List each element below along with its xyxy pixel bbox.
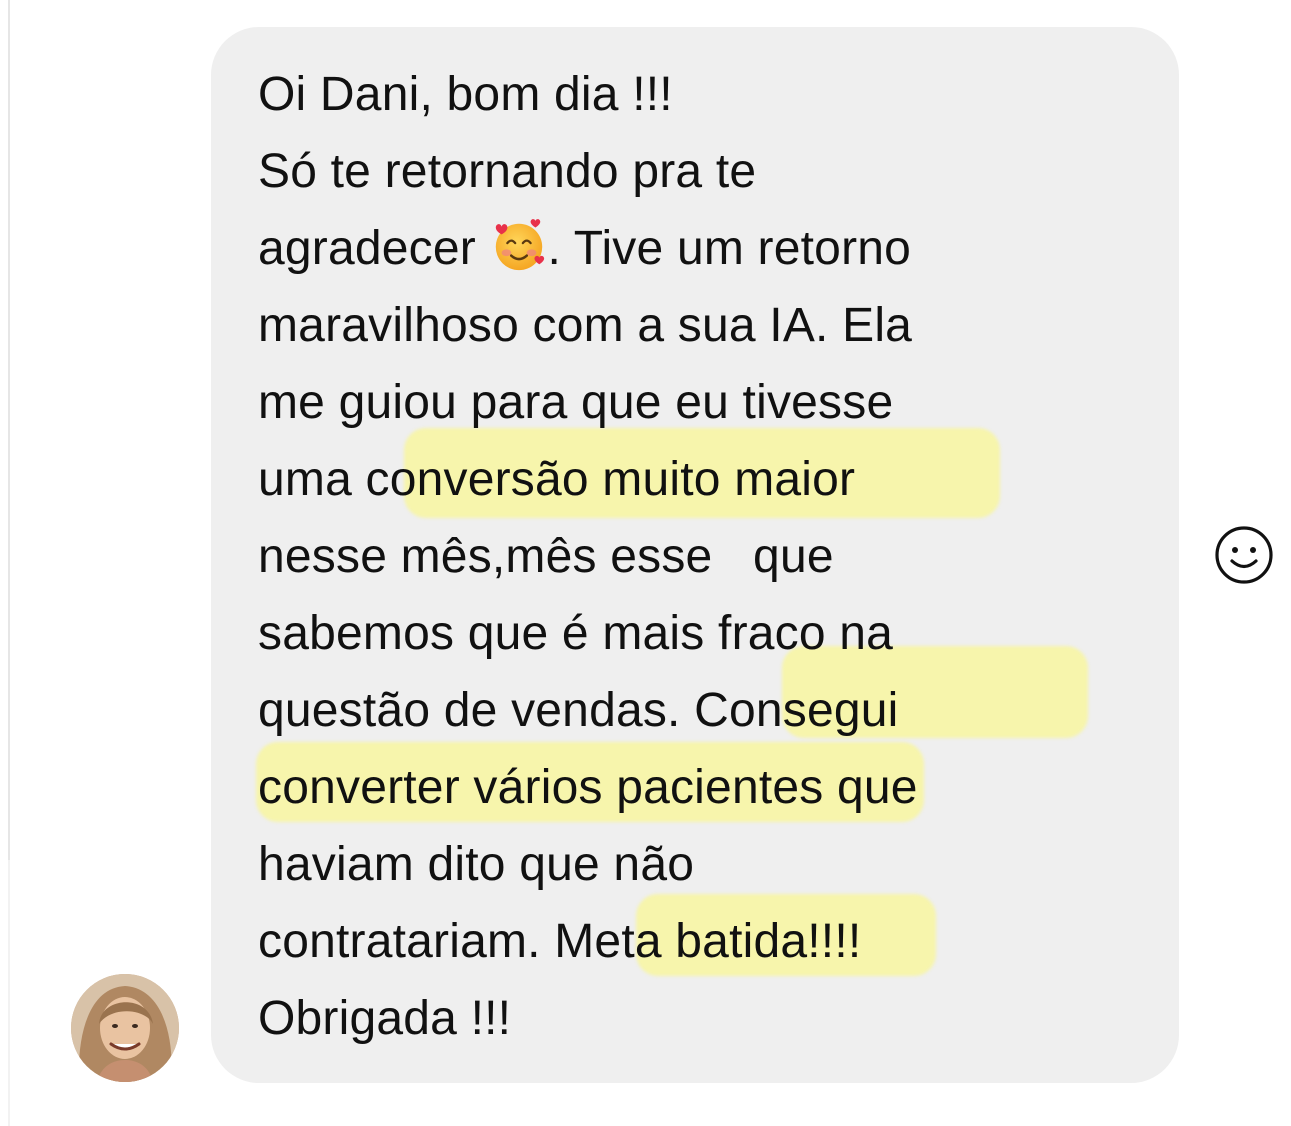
smiling-face-with-hearts-icon xyxy=(495,219,544,271)
avatar-photo xyxy=(71,974,179,1082)
message-line: uma conversão muito maior xyxy=(258,453,856,506)
message-text: . Tive um retorno xyxy=(547,222,912,275)
message-line: sabemos que é mais fraco na xyxy=(258,607,894,660)
message-line-with-emoji: agradecer . Tive um retorno xyxy=(258,214,911,284)
message-line: questão de vendas. Consegui xyxy=(258,684,899,737)
message-line: Obrigada !!! xyxy=(258,992,512,1045)
chat-screen: Oi Dani, bom dia !!! Só te retornando pr… xyxy=(0,0,1291,1126)
divider xyxy=(0,860,10,1126)
smiley-react-icon[interactable] xyxy=(1213,524,1275,586)
message-line: maravilhoso com a sua IA. Ela xyxy=(258,299,913,352)
message-line: haviam dito que não xyxy=(258,838,695,891)
message-line: contratariam. Meta batida!!!! xyxy=(258,915,862,968)
message-line: Só te retornando pra te xyxy=(258,145,757,198)
message-text: agradecer xyxy=(258,222,476,275)
message-line: nesse mês,mês esse que xyxy=(258,530,834,583)
message-line: converter vários pacientes que xyxy=(258,761,918,814)
message-line: Oi Dani, bom dia !!! xyxy=(258,68,673,121)
message-line: me guiou para que eu tivesse xyxy=(258,376,894,429)
avatar[interactable] xyxy=(71,974,179,1082)
